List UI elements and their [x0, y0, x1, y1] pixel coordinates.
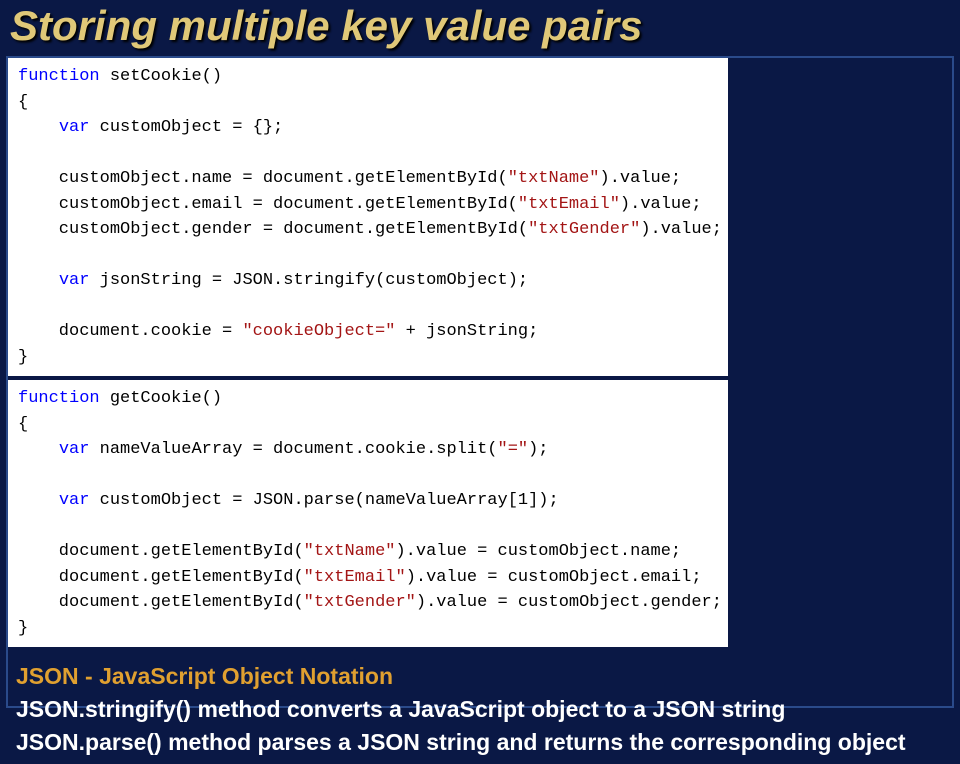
code-token: "txtGender" — [304, 593, 416, 612]
code-token: ).value; — [620, 195, 702, 214]
code-token: ); — [528, 440, 548, 459]
code-token: "txtEmail" — [304, 568, 406, 587]
code-token: getCookie() — [100, 389, 222, 408]
code-token: customObject.name = document.getElementB… — [18, 169, 508, 188]
code-token — [18, 491, 59, 510]
code-token: var — [59, 271, 90, 290]
code-token: "cookieObject=" — [242, 322, 395, 341]
code-token: } — [18, 348, 28, 367]
note-parse: JSON.parse() method parses a JSON string… — [16, 727, 944, 758]
slide: Storing multiple key value pairs functio… — [0, 0, 960, 720]
code-token: customObject.gender = document.getElemen… — [18, 220, 528, 239]
code-token: var — [59, 118, 90, 137]
code-token: ).value = customObject.name; — [395, 542, 681, 561]
code-token: { — [18, 93, 28, 112]
code-token: "txtGender" — [528, 220, 640, 239]
code-token: + jsonString; — [395, 322, 538, 341]
code-block-getcookie: function getCookie() { var nameValueArra… — [8, 380, 728, 647]
code-token: document.getElementById( — [18, 542, 304, 561]
code-token: ).value; — [600, 169, 682, 188]
content-frame: function setCookie() { var customObject … — [6, 56, 954, 708]
note-stringify: JSON.stringify() method converts a JavaS… — [16, 694, 944, 725]
code-token: setCookie() — [100, 67, 222, 86]
code-token: nameValueArray = document.cookie.split( — [89, 440, 497, 459]
code-token: jsonString = JSON.stringify(customObject… — [89, 271, 528, 290]
code-token: var — [59, 491, 90, 510]
code-token: "txtName" — [508, 169, 600, 188]
code-token: document.getElementById( — [18, 568, 304, 587]
code-token: customObject.email = document.getElement… — [18, 195, 518, 214]
code-token: document.cookie = — [18, 322, 242, 341]
slide-title: Storing multiple key value pairs — [0, 0, 960, 56]
code-token: var — [59, 440, 90, 459]
code-token: "txtName" — [304, 542, 396, 561]
code-token: document.getElementById( — [18, 593, 304, 612]
note-json-heading: JSON - JavaScript Object Notation — [16, 661, 944, 692]
code-token: function — [18, 389, 100, 408]
notes-section: JSON - JavaScript Object Notation JSON.s… — [8, 651, 952, 764]
code-token: } — [18, 619, 28, 638]
code-token: ).value; — [640, 220, 722, 239]
code-token: "=" — [498, 440, 529, 459]
code-token: ).value = customObject.gender; — [416, 593, 722, 612]
code-token — [18, 271, 59, 290]
code-token: customObject = {}; — [89, 118, 283, 137]
code-token: "txtEmail" — [518, 195, 620, 214]
code-block-setcookie: function setCookie() { var customObject … — [8, 58, 728, 376]
code-token — [18, 440, 59, 459]
code-token: customObject = JSON.parse(nameValueArray… — [89, 491, 558, 510]
code-token: function — [18, 67, 100, 86]
code-token: ).value = customObject.email; — [406, 568, 702, 587]
code-token: { — [18, 415, 28, 434]
code-token — [18, 118, 59, 137]
